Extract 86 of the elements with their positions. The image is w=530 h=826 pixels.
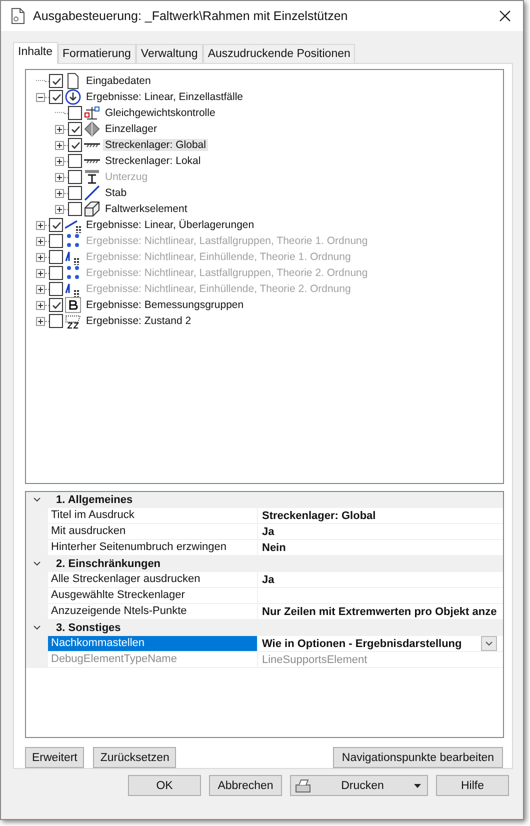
category-header: 1. Allgemeines bbox=[56, 494, 133, 506]
expand-icon[interactable] bbox=[55, 188, 64, 198]
checkmark-icon bbox=[50, 92, 62, 102]
tree-item[interactable]: Ergebnisse: Linear, Überlagerungen bbox=[84, 219, 256, 231]
property-value: Streckenlager: Global bbox=[262, 510, 377, 522]
panel-button[interactable]: Zurücksetzen bbox=[93, 747, 176, 768]
checkbox[interactable] bbox=[68, 154, 82, 168]
dialog-button[interactable]: Abbrechen bbox=[209, 775, 282, 796]
checkmark-icon bbox=[70, 140, 80, 150]
tab[interactable]: Auszudruckende Positionen bbox=[202, 44, 356, 63]
checkbox[interactable] bbox=[68, 106, 82, 120]
close-icon[interactable] bbox=[499, 10, 511, 22]
tree-item[interactable]: Stab bbox=[103, 187, 129, 199]
expand-icon[interactable] bbox=[36, 316, 45, 326]
property-value: Nein bbox=[262, 542, 287, 554]
print-label[interactable]: Drucken bbox=[311, 780, 414, 792]
print-button[interactable]: Drucken bbox=[290, 775, 428, 796]
tree-item[interactable]: Streckenlager: Global bbox=[103, 139, 208, 151]
tab[interactable]: Inhalte bbox=[13, 42, 58, 64]
crack-icon bbox=[65, 313, 81, 329]
arrows-icon bbox=[65, 233, 81, 249]
expand-icon[interactable] bbox=[55, 140, 64, 150]
property-value: LineSupportsElement bbox=[262, 654, 368, 666]
window-title: Ausgabesteuerung: _Faltwerk\Rahmen mit Einzelstützen bbox=[33, 9, 349, 23]
tree-item[interactable]: Gleichgewichtskontrolle bbox=[103, 107, 218, 119]
tab[interactable]: Formatierung bbox=[58, 44, 136, 63]
property-name[interactable]: Hinterher Seitenumbruch erzwingen bbox=[48, 540, 257, 555]
property-name[interactable]: Ausgewählte Streckenlager bbox=[48, 588, 257, 603]
expand-icon[interactable] bbox=[55, 124, 64, 134]
scale-icon bbox=[84, 105, 100, 121]
support-icon bbox=[84, 121, 100, 137]
i-beam-icon bbox=[84, 169, 100, 185]
plate-icon bbox=[84, 201, 100, 217]
line-icon bbox=[84, 185, 100, 201]
tree-item[interactable]: Eingabedaten bbox=[84, 75, 153, 87]
category-header: 3. Sonstiges bbox=[56, 622, 121, 634]
property-name[interactable]: Alle Streckenlager ausdrucken bbox=[48, 572, 257, 587]
tree-item[interactable]: Ergebnisse: Bemessungsgruppen bbox=[84, 299, 246, 311]
checkbox[interactable] bbox=[49, 218, 63, 232]
panel-button[interactable]: Navigationspunkte bearbeiten bbox=[333, 747, 503, 768]
property-value: Ja bbox=[262, 526, 276, 538]
tree-item[interactable]: Ergebnisse: Zustand 2 bbox=[84, 315, 194, 327]
chart-line-icon bbox=[65, 249, 81, 265]
collapse-icon[interactable] bbox=[36, 92, 45, 102]
expand-icon[interactable] bbox=[55, 156, 64, 166]
expand-icon[interactable] bbox=[36, 220, 45, 230]
dialog-button[interactable]: Hilfe bbox=[436, 775, 509, 796]
arrow-circle-icon bbox=[65, 89, 81, 105]
chart-line-icon bbox=[65, 281, 81, 297]
checkbox[interactable] bbox=[49, 298, 63, 312]
tab[interactable]: Verwaltung bbox=[136, 44, 203, 63]
tree-item[interactable]: Einzellager bbox=[103, 123, 159, 135]
property-name[interactable]: Nachkommastellen bbox=[48, 636, 257, 651]
expand-icon[interactable] bbox=[36, 300, 45, 310]
checkbox[interactable] bbox=[68, 122, 82, 136]
property-value: Ja bbox=[262, 574, 276, 586]
checkbox[interactable] bbox=[68, 202, 82, 216]
property-name[interactable]: Mit ausdrucken bbox=[48, 524, 257, 539]
checkmark-icon bbox=[70, 124, 80, 134]
b-icon bbox=[65, 297, 81, 313]
checkmark-icon bbox=[50, 220, 62, 230]
property-value: Nur Zeilen mit Extremwerten pro Objekt anze bbox=[262, 606, 498, 618]
property-name[interactable]: Titel im Ausdruck bbox=[48, 508, 257, 523]
tree-item[interactable]: Faltwerkselement bbox=[103, 203, 190, 215]
dropdown-button[interactable] bbox=[481, 636, 497, 651]
tree-item[interactable]: Streckenlager: Lokal bbox=[103, 155, 203, 167]
checkmark-icon bbox=[50, 76, 62, 86]
checkmark-icon bbox=[50, 300, 62, 310]
printer-icon bbox=[295, 778, 311, 792]
document-icon bbox=[11, 8, 25, 24]
checkbox[interactable] bbox=[49, 90, 63, 104]
caret-icon bbox=[485, 641, 493, 646]
expand-icon[interactable] bbox=[55, 204, 64, 214]
panel-button[interactable]: Erweitert bbox=[25, 747, 84, 768]
caret-icon[interactable] bbox=[414, 784, 421, 788]
arrows-icon bbox=[65, 265, 81, 281]
property-value: Wie in Optionen - Ergebnisdarstellung bbox=[262, 638, 463, 650]
document-icon bbox=[65, 73, 81, 89]
dialog-button[interactable]: OK bbox=[128, 775, 201, 796]
tree-item[interactable]: Ergebnisse: Linear, Einzellastfälle bbox=[84, 91, 246, 103]
category-header: 2. Einschränkungen bbox=[56, 558, 161, 570]
checkbox[interactable] bbox=[49, 314, 63, 328]
checkbox[interactable] bbox=[49, 74, 63, 88]
checkbox[interactable] bbox=[68, 138, 82, 152]
checkbox[interactable] bbox=[68, 186, 82, 200]
property-name[interactable]: Anzuzeigende Ntels-Punkte bbox=[48, 604, 257, 619]
